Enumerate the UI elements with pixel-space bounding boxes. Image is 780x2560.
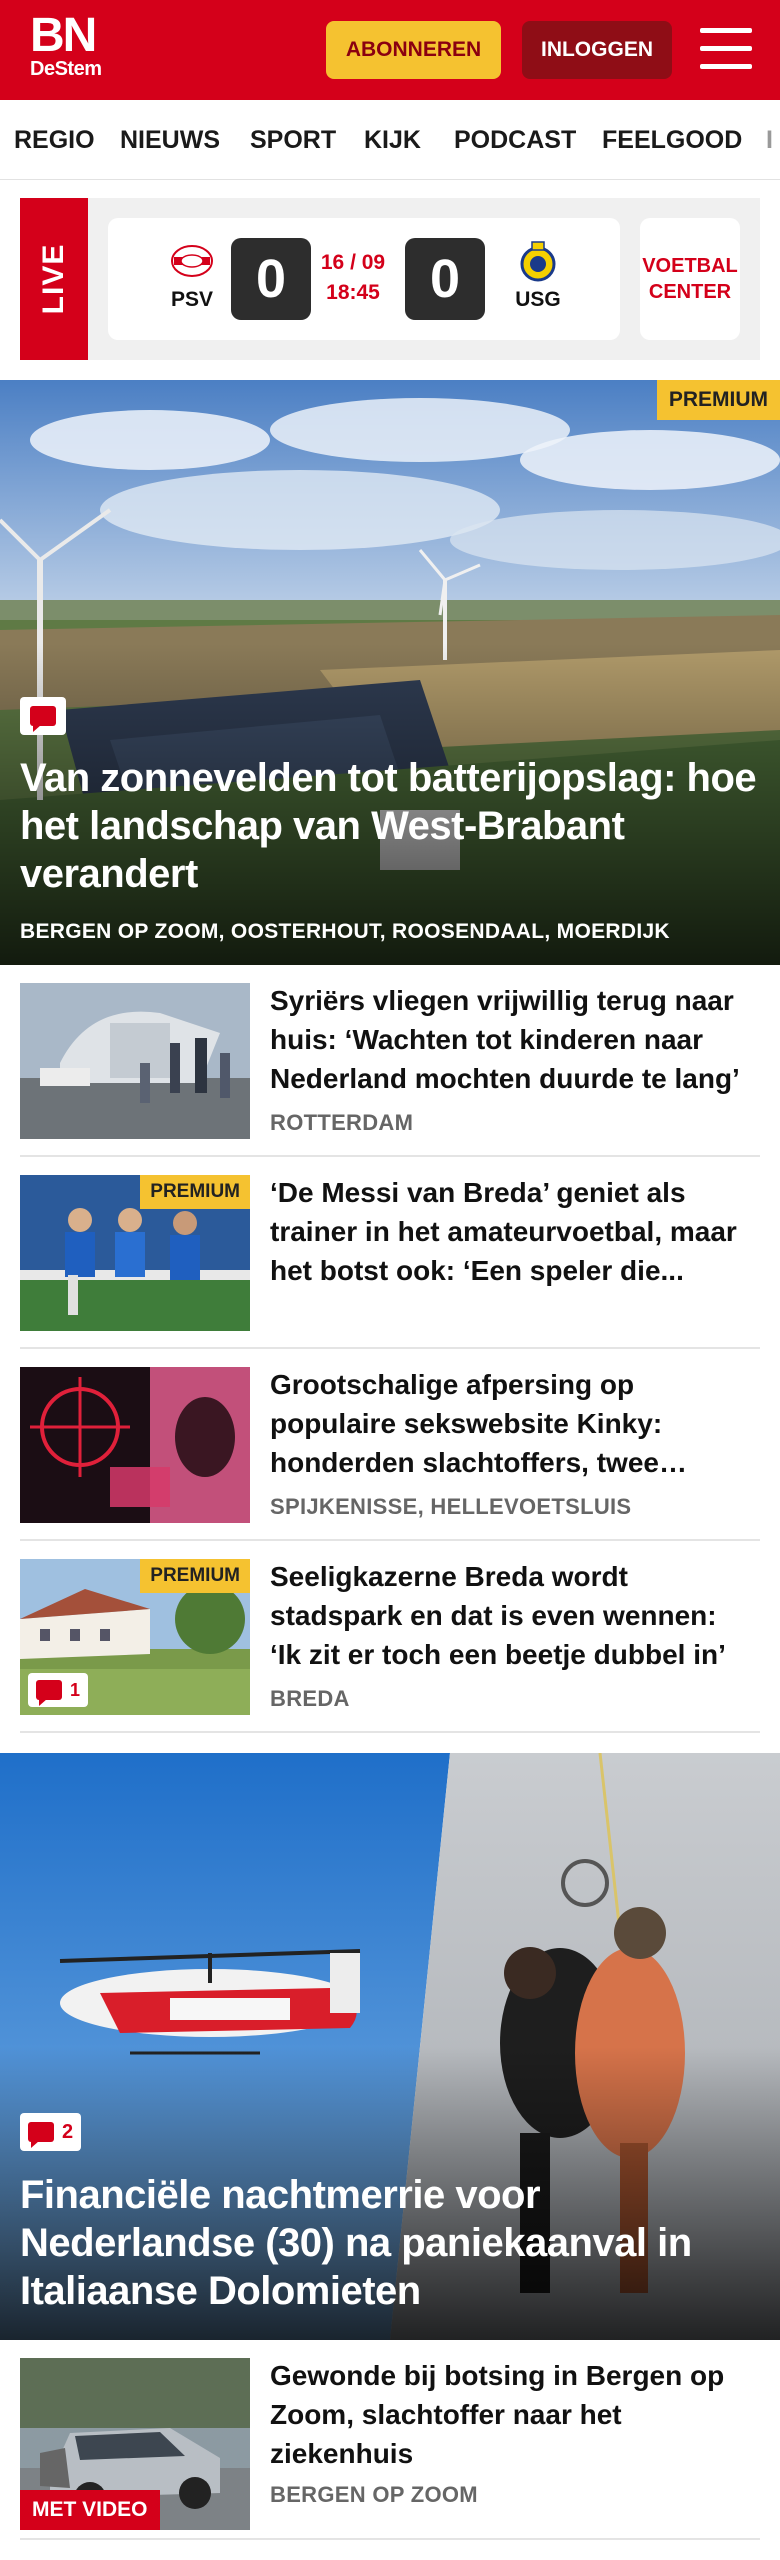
hero-article-2[interactable]: 2 Financiële nachtmerrie voor Nederlands…: [0, 1753, 780, 2340]
article-thumbnail: PREMIUM 1: [20, 1559, 250, 1715]
comment-icon: [28, 2122, 54, 2148]
match-datetime: 16 / 09 18:45: [313, 248, 393, 308]
psv-crest-icon: [171, 240, 213, 282]
home-score: 0: [231, 238, 311, 320]
live-tab[interactable]: LIVE: [20, 198, 88, 360]
premium-badge: PREMIUM: [140, 1559, 250, 1593]
article-title[interactable]: Grootschalige afpersing op populaire sek…: [270, 1365, 754, 1482]
live-score-widget: LIVE PSV 0 16 / 09 18:45 0 USG VOETBAL C…: [20, 198, 760, 360]
match-date: 16 / 09: [320, 251, 386, 274]
match-card[interactable]: PSV 0 16 / 09 18:45 0 USG: [108, 218, 620, 340]
section-nav: REGIO NIEUWS SPORT KIJK PODCAST FEELGOOD…: [0, 100, 780, 180]
nav-item-podcast[interactable]: PODCAST: [454, 126, 576, 155]
nav-item-kijk[interactable]: KIJK: [364, 126, 421, 155]
site-header: BN DeStem ABONNEREN INLOGGEN: [0, 0, 780, 100]
list-item[interactable]: MET VIDEO Gewonde bij botsing in Bergen …: [20, 2340, 760, 2540]
match-time: 18:45: [326, 281, 380, 304]
article-thumbnail: MET VIDEO: [20, 2358, 250, 2530]
nav-item-feelgood[interactable]: FEELGOOD: [602, 126, 742, 155]
hamburger-icon[interactable]: [700, 26, 752, 72]
logo-main: BN: [30, 9, 97, 62]
video-badge: MET VIDEO: [20, 2490, 160, 2530]
voetbal-center-link[interactable]: VOETBAL CENTER: [640, 218, 740, 340]
away-team-name: USG: [515, 288, 561, 311]
site-logo[interactable]: BN DeStem: [30, 9, 102, 81]
article-thumbnail: [20, 1367, 250, 1523]
list-item[interactable]: Syriërs vliegen vrijwillig terug naar hu…: [20, 965, 760, 1157]
subscribe-button[interactable]: ABONNEREN: [326, 21, 501, 79]
hero-1-locations: BERGEN OP ZOOM, OOSTERHOUT, ROOSENDAAL, …: [20, 920, 670, 943]
list-item[interactable]: PREMIUM 1 Seeligkazerne Breda wordt stad…: [20, 1541, 760, 1733]
nav-item-overflow[interactable]: I: [766, 126, 773, 155]
logo-sub: DeStem: [30, 58, 102, 80]
comment-count: 1: [70, 1679, 81, 1700]
comment-icon: [20, 697, 66, 735]
nav-item-nieuws[interactable]: NIEUWS: [120, 126, 220, 155]
article-location: BERGEN OP ZOOM: [270, 2482, 478, 2507]
home-team-name: PSV: [170, 288, 214, 311]
list-item[interactable]: Grootschalige afpersing op populaire sek…: [20, 1349, 760, 1541]
hero-1-title[interactable]: Van zonnevelden tot batterijopslag: hoe …: [20, 754, 760, 898]
live-label: LIVE: [37, 243, 70, 315]
voetbal-center-line2: CENTER: [648, 281, 732, 303]
article-thumbnail: [20, 983, 250, 1139]
article-title[interactable]: Syriërs vliegen vrijwillig terug naar hu…: [270, 981, 754, 1098]
nav-item-regio[interactable]: REGIO: [14, 126, 95, 155]
comment-count-badge: 2: [20, 2113, 82, 2151]
article-title[interactable]: Gewonde bij botsing in Bergen op Zoom, s…: [270, 2356, 754, 2473]
premium-badge: PREMIUM: [140, 1175, 250, 1209]
nav-item-sport[interactable]: SPORT: [250, 126, 336, 155]
article-location: SPIJKENISSE, HELLEVOETSLUIS: [270, 1494, 632, 1519]
article-location: BREDA: [270, 1686, 350, 1711]
away-team: USG: [498, 240, 578, 312]
comment-count-badge: 1: [28, 1673, 89, 1707]
voetbal-center-line1: VOETBAL: [642, 255, 738, 277]
comment-icon: [36, 1680, 62, 1706]
away-score: 0: [405, 238, 485, 320]
hero-2-title[interactable]: Financiële nachtmerrie voor Nederlandse …: [20, 2171, 760, 2315]
premium-badge: PREMIUM: [656, 380, 780, 420]
comment-count: 2: [62, 2120, 74, 2143]
usg-crest-icon: [517, 240, 559, 282]
list-item[interactable]: PREMIUM ‘De Messi van Breda’ geniet als …: [20, 1157, 760, 1349]
home-team: PSV: [152, 240, 232, 312]
hero-article-1[interactable]: PREMIUM Van zonnevelden tot batterijopsl…: [0, 380, 780, 965]
article-title[interactable]: Seeligkazerne Breda wordt stadspark en d…: [270, 1557, 754, 1674]
article-title[interactable]: ‘De Messi van Breda’ geniet als trainer …: [270, 1173, 754, 1290]
article-thumbnail: PREMIUM: [20, 1175, 250, 1331]
login-button[interactable]: INLOGGEN: [522, 21, 672, 79]
article-location: ROTTERDAM: [270, 1110, 414, 1135]
